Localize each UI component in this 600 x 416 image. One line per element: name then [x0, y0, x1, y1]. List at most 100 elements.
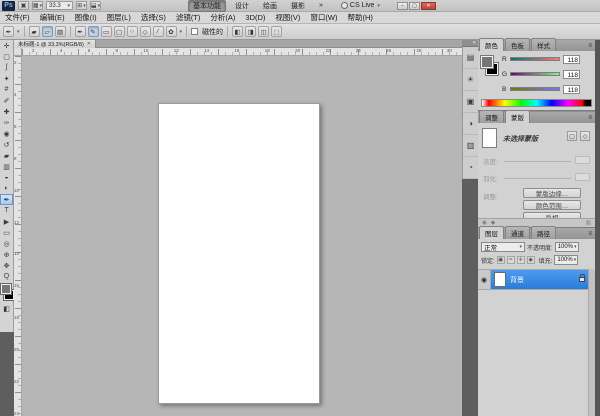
ellipse-tool-button[interactable]: ○ [127, 26, 138, 37]
workspace-design-button[interactable]: 设计 [230, 0, 254, 12]
green-slider[interactable] [510, 72, 560, 76]
tab-layers[interactable]: 图层 [479, 226, 504, 239]
history-brush-tool[interactable]: ↺ [0, 139, 13, 150]
paths-mode-button[interactable]: ▱ [42, 26, 53, 37]
tab-color[interactable]: 颜色 [479, 38, 504, 51]
add-vector-mask-button[interactable]: ◇ [580, 131, 590, 141]
menu-filter[interactable]: 滤镜(T) [171, 12, 206, 23]
3d-orbit-tool[interactable]: ⊕ [0, 249, 13, 260]
ruler-origin-corner[interactable] [14, 48, 22, 56]
add-pixel-mask-button[interactable]: ▢ [567, 131, 577, 141]
tab-channels[interactable]: 通道 [505, 226, 530, 239]
pen-tool[interactable]: ✒ [0, 194, 13, 205]
navigator-panel-icon[interactable]: ▣ [463, 91, 478, 113]
hand-tool[interactable]: ✥ [0, 260, 13, 271]
tool-preset-picker[interactable]: ✒ [3, 26, 14, 37]
close-button[interactable]: ✕ [421, 2, 436, 10]
gradient-tool[interactable]: ▥ [0, 161, 13, 172]
collapse-dock-icon[interactable]: « [462, 40, 478, 47]
lock-position-icon[interactable]: ✛ [517, 256, 525, 264]
menu-3d[interactable]: 3D(D) [240, 13, 270, 22]
polygon-tool-button[interactable]: ◇ [140, 26, 151, 37]
close-tab-icon[interactable]: ✕ [87, 41, 91, 47]
layers-scrollbar[interactable] [588, 269, 595, 416]
rounded-rectangle-tool-button[interactable]: ▢ [114, 26, 125, 37]
info-panel-icon[interactable]: ◑ [463, 113, 478, 135]
layer-row-background[interactable]: ◉ 背景 [478, 269, 588, 290]
rectangle-tool-button[interactable]: ▭ [101, 26, 112, 37]
histogram-panel-icon[interactable]: ▥ [463, 135, 478, 157]
blue-value-field[interactable]: 118 [563, 85, 580, 94]
lock-transparent-icon[interactable]: ▣ [497, 256, 505, 264]
menu-edit[interactable]: 编辑(E) [35, 12, 70, 23]
clone-source-panel-icon[interactable]: ◔ [463, 157, 478, 179]
workspace-photography-button[interactable]: 摄影 [286, 0, 310, 12]
custom-shape-tool-button[interactable]: ✿ [166, 26, 177, 37]
blur-tool[interactable]: ◒ [0, 172, 13, 183]
shape-tool[interactable]: ▭ [0, 227, 13, 238]
workspace-overflow-button[interactable]: » [314, 1, 328, 10]
quick-selection-tool[interactable]: ✦ [0, 73, 13, 84]
history-panel-icon[interactable]: ▤ [463, 47, 478, 69]
eraser-tool[interactable]: ▰ [0, 150, 13, 161]
arrange-documents-icon[interactable]: ⊞▾ [76, 1, 87, 10]
move-tool[interactable]: ✛ [0, 40, 13, 51]
mask-edge-button[interactable]: 蒙版边缘… [523, 188, 581, 198]
brush-tool[interactable]: ✑ [0, 117, 13, 128]
blend-mode-dropdown[interactable]: 正常 ▾ [481, 242, 525, 252]
zoom-level-dropdown[interactable]: 33.3▾ [46, 1, 73, 10]
delete-mask-icon[interactable]: ▥ [586, 220, 591, 226]
3d-rotate-tool[interactable]: ◎ [0, 238, 13, 249]
red-slider[interactable] [510, 57, 560, 61]
fill-pixels-mode-button[interactable]: ▨ [55, 26, 66, 37]
menu-window[interactable]: 窗口(W) [305, 12, 342, 23]
quick-mask-button[interactable]: ◧ [0, 304, 13, 314]
crop-tool[interactable]: # [0, 84, 13, 95]
menu-view[interactable]: 视图(V) [270, 12, 305, 23]
tab-paths[interactable]: 路径 [531, 226, 556, 239]
foreground-color-swatch[interactable] [1, 284, 11, 294]
subtract-from-path-area-button[interactable]: ◨ [245, 26, 256, 37]
pen-tool-button[interactable]: ✒ [75, 26, 86, 37]
menu-image[interactable]: 图像(I) [70, 12, 102, 23]
tab-adjustments[interactable]: 调整 [479, 110, 504, 123]
color-range-button[interactable]: 颜色范围… [523, 200, 581, 210]
color-spectrum-ramp[interactable] [481, 99, 592, 107]
tab-styles[interactable]: 样式 [531, 38, 556, 51]
blue-slider[interactable] [510, 87, 560, 91]
foreground-color-swatch[interactable] [481, 56, 493, 68]
green-value-field[interactable]: 118 [563, 70, 580, 79]
lasso-tool[interactable]: ʃ [0, 62, 13, 73]
canvas[interactable] [158, 103, 320, 404]
layer-visibility-toggle[interactable]: ◉ [478, 270, 491, 289]
workspace-painting-button[interactable]: 绘画 [258, 0, 282, 12]
tab-masks[interactable]: 蒙版 [505, 110, 530, 123]
menu-analysis[interactable]: 分析(A) [205, 12, 240, 23]
add-to-path-area-button[interactable]: ◧ [232, 26, 243, 37]
intersect-path-areas-button[interactable]: ◫ [258, 26, 269, 37]
exclude-path-areas-button[interactable]: ⬚ [271, 26, 282, 37]
rectangular-marquee-tool[interactable]: ▢ [0, 51, 13, 62]
launch-bridge-icon[interactable]: ▣ [18, 1, 29, 10]
workspace-essentials-button[interactable]: 基本功能 [188, 0, 226, 12]
minimize-button[interactable]: – [397, 2, 408, 10]
dodge-tool[interactable]: ◐ [0, 183, 13, 194]
menu-layer[interactable]: 图层(L) [102, 12, 136, 23]
path-selection-tool[interactable]: ▶ [0, 216, 13, 227]
clone-stamp-tool[interactable]: ◉ [0, 128, 13, 139]
menu-select[interactable]: 选择(S) [136, 12, 171, 23]
magnetic-checkbox[interactable] [191, 28, 198, 35]
photoshop-logo[interactable]: Ps [2, 1, 15, 11]
maximize-button[interactable]: ▢ [409, 2, 420, 10]
screen-mode-icon[interactable]: ⬓▾ [90, 1, 101, 10]
shape-layers-mode-button[interactable]: ▰ [29, 26, 40, 37]
menu-file[interactable]: 文件(F) [0, 12, 35, 23]
fill-field[interactable]: 100% ▾ [554, 255, 578, 265]
tab-swatches[interactable]: 色板 [505, 38, 530, 51]
freeform-pen-tool-button[interactable]: ✎ [88, 26, 99, 37]
document-tab[interactable]: 未标题-1 @ 33.3%(RGB/8) ✕ [14, 40, 96, 48]
line-tool-button[interactable]: ∕ [153, 26, 164, 37]
view-extras-icon[interactable]: ▦▾ [32, 1, 43, 10]
eyedropper-tool[interactable]: ✐ [0, 95, 13, 106]
menu-help[interactable]: 帮助(H) [343, 12, 378, 23]
